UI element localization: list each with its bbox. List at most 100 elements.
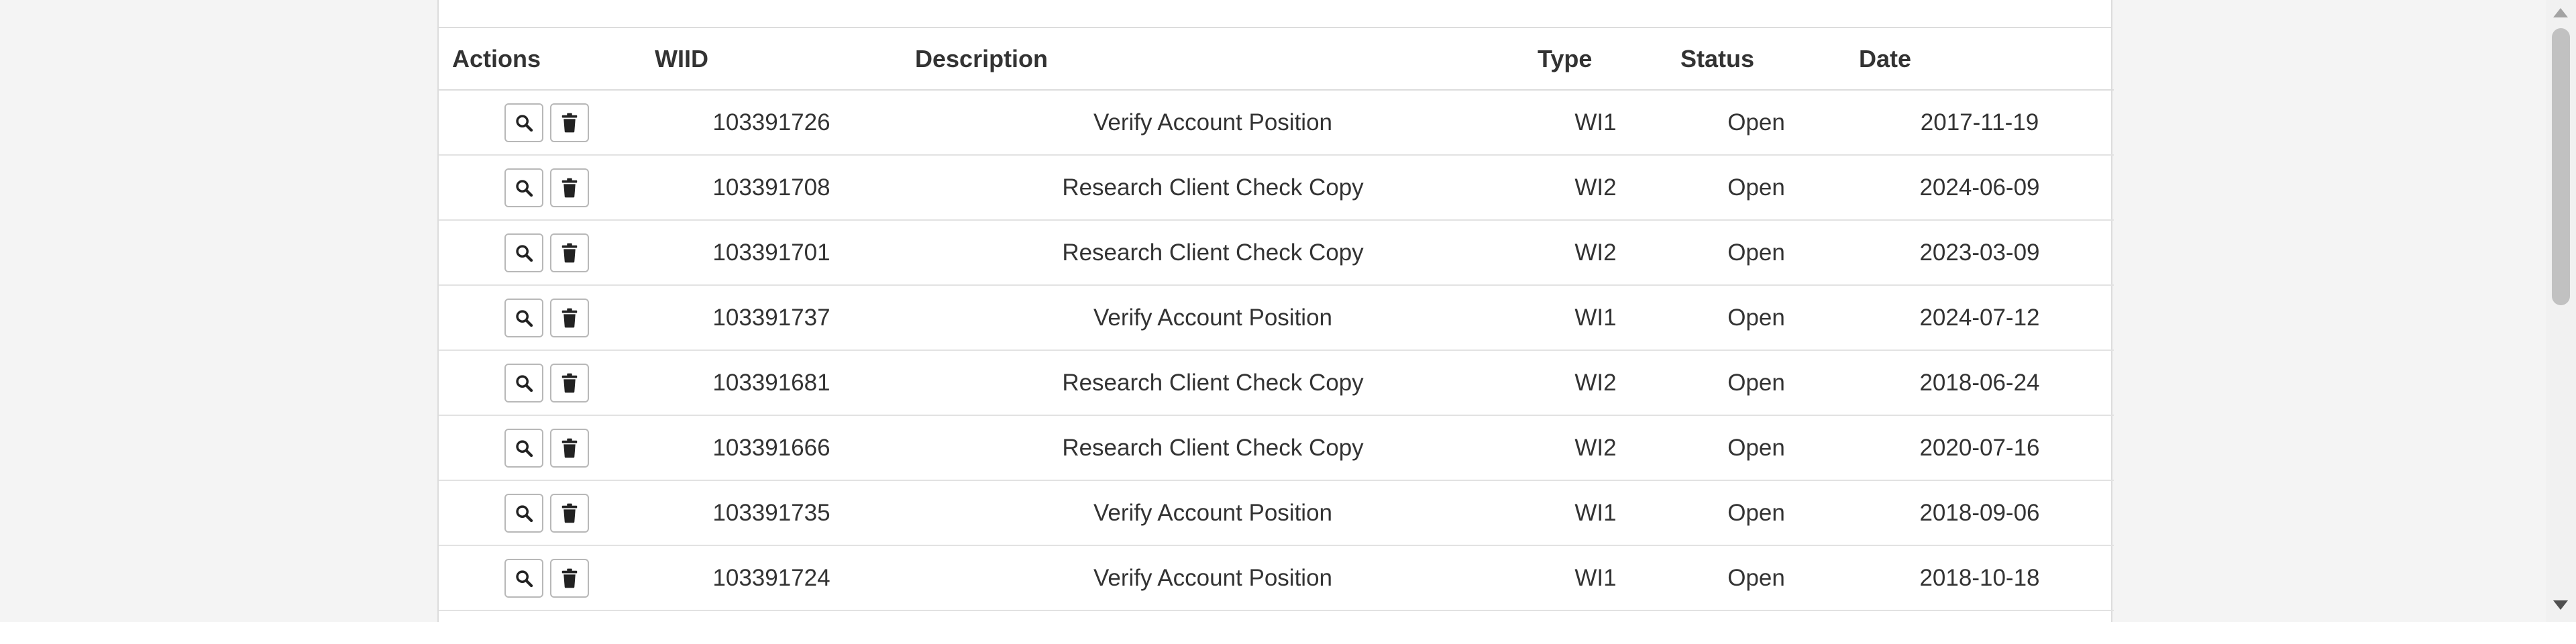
search-icon <box>515 504 533 523</box>
view-button[interactable] <box>504 558 543 598</box>
column-header-description[interactable]: Description <box>902 28 1524 91</box>
cell-status: Open <box>1667 285 1845 351</box>
cell-wiid: 103391726 <box>641 90 902 156</box>
cell-status: Open <box>1667 155 1845 221</box>
cell-description: Research Client Check Copy <box>902 350 1524 416</box>
delete-button[interactable] <box>550 103 589 142</box>
column-header-type[interactable]: Type <box>1524 28 1667 91</box>
delete-button[interactable] <box>550 363 589 402</box>
trash-icon <box>561 178 578 198</box>
cell-date: 2018-09-06 <box>1845 480 2114 546</box>
trash-icon <box>561 113 578 133</box>
row-actions <box>439 220 641 286</box>
table-row: 103391681 Research Client Check Copy WI2 Op… <box>439 350 2114 416</box>
search-icon <box>515 374 533 392</box>
delete-button[interactable] <box>550 298 589 337</box>
cell-description: Research Client Check Copy <box>902 415 1524 481</box>
cell-type: WI2 <box>1524 155 1667 221</box>
view-button[interactable] <box>504 103 543 142</box>
cell-date: 2017-11-19 <box>1845 90 2114 156</box>
delete-button[interactable] <box>550 493 589 533</box>
scrollbar-thumb[interactable] <box>2552 28 2570 305</box>
column-header-status[interactable]: Status <box>1667 28 1845 91</box>
trash-icon <box>561 308 578 328</box>
cell-wiid: 103391735 <box>641 480 902 546</box>
cell-date: 2020-07-16 <box>1845 415 2114 481</box>
trash-icon <box>561 568 578 588</box>
cell-type: WI1 <box>1524 285 1667 351</box>
scroll-up-arrow-icon[interactable] <box>2553 8 2568 17</box>
cell-description: Verify Account Position <box>902 285 1524 351</box>
cell-type: WI2 <box>1524 350 1667 416</box>
window-bottom-edge <box>0 622 2576 644</box>
column-header-actions[interactable]: Actions <box>439 28 641 91</box>
cell-type: WI1 <box>1524 90 1667 156</box>
column-header-wiid[interactable]: WIID <box>641 28 902 91</box>
page-viewport: Actions WIID Description Type Status Dat… <box>0 0 2546 622</box>
cell-description: Verify Account Position <box>902 480 1524 546</box>
cell-date: 2024-07-12 <box>1845 285 2114 351</box>
cell-type: WI1 <box>1524 480 1667 546</box>
search-icon <box>515 178 533 197</box>
cell-type: WI2 <box>1524 415 1667 481</box>
column-header-date[interactable]: Date <box>1845 28 2114 91</box>
view-button[interactable] <box>504 168 543 207</box>
table-row: 103391724 Verify Account Position WI1 Open 2… <box>439 545 2114 611</box>
delete-button[interactable] <box>550 233 589 272</box>
cell-description: Research Client Check Copy <box>902 220 1524 286</box>
row-actions <box>439 350 641 416</box>
work-items-panel: Actions WIID Description Type Status Dat… <box>437 0 2114 622</box>
trash-icon <box>561 503 578 523</box>
trash-icon <box>561 438 578 458</box>
row-actions <box>439 285 641 351</box>
cell-wiid: 103391666 <box>641 415 902 481</box>
search-icon <box>515 113 533 132</box>
cell-date: 2018-06-24 <box>1845 350 2114 416</box>
table-row: 103391701 Research Client Check Copy WI2 Op… <box>439 220 2114 286</box>
table-row: 103391735 Verify Account Position WI1 Open 2… <box>439 480 2114 546</box>
delete-button[interactable] <box>550 558 589 598</box>
cell-status: Open <box>1667 350 1845 416</box>
view-button[interactable] <box>504 298 543 337</box>
cell-date: 2018-10-18 <box>1845 545 2114 611</box>
row-actions <box>439 480 641 546</box>
cell-description: Research Client Check Copy <box>902 155 1524 221</box>
cell-status: Open <box>1667 220 1845 286</box>
search-icon <box>515 569 533 588</box>
cell-status: Open <box>1667 480 1845 546</box>
cell-date: 2023-03-09 <box>1845 220 2114 286</box>
cell-status: Open <box>1667 90 1845 156</box>
delete-button[interactable] <box>550 168 589 207</box>
view-button[interactable] <box>504 493 543 533</box>
table-row: 103391737 Verify Account Position WI1 Open 2… <box>439 285 2114 351</box>
row-actions <box>439 545 641 611</box>
vertical-scrollbar[interactable] <box>2546 0 2576 622</box>
cell-wiid: 103391737 <box>641 285 902 351</box>
cell-status: Open <box>1667 545 1845 611</box>
cell-wiid: 103391701 <box>641 220 902 286</box>
work-items-table: Actions WIID Description Type Status Dat… <box>439 28 2114 611</box>
cell-description: Verify Account Position <box>902 90 1524 156</box>
delete-button[interactable] <box>550 428 589 468</box>
trash-icon <box>561 243 578 263</box>
trash-icon <box>561 373 578 393</box>
search-icon <box>515 309 533 327</box>
cell-date: 2024-06-09 <box>1845 155 2114 221</box>
panel-header-strip <box>439 0 2111 28</box>
cell-wiid: 103391724 <box>641 545 902 611</box>
view-button[interactable] <box>504 233 543 272</box>
table-row: 103391666 Research Client Check Copy WI2 Op… <box>439 415 2114 481</box>
search-icon <box>515 439 533 458</box>
row-actions <box>439 415 641 481</box>
cell-type: WI1 <box>1524 545 1667 611</box>
scroll-down-arrow-icon[interactable] <box>2553 600 2568 610</box>
table-row: 103391726 Verify Account Position WI1 Open 2… <box>439 90 2114 156</box>
table-body: 103391726 Verify Account Position WI1 Open 2… <box>439 90 2114 611</box>
cell-wiid: 103391681 <box>641 350 902 416</box>
view-button[interactable] <box>504 428 543 468</box>
cell-type: WI2 <box>1524 220 1667 286</box>
cell-status: Open <box>1667 415 1845 481</box>
table-header-row: Actions WIID Description Type Status Dat… <box>439 28 2114 91</box>
view-button[interactable] <box>504 363 543 402</box>
table-row: 103391708 Research Client Check Copy WI2 Op… <box>439 155 2114 221</box>
